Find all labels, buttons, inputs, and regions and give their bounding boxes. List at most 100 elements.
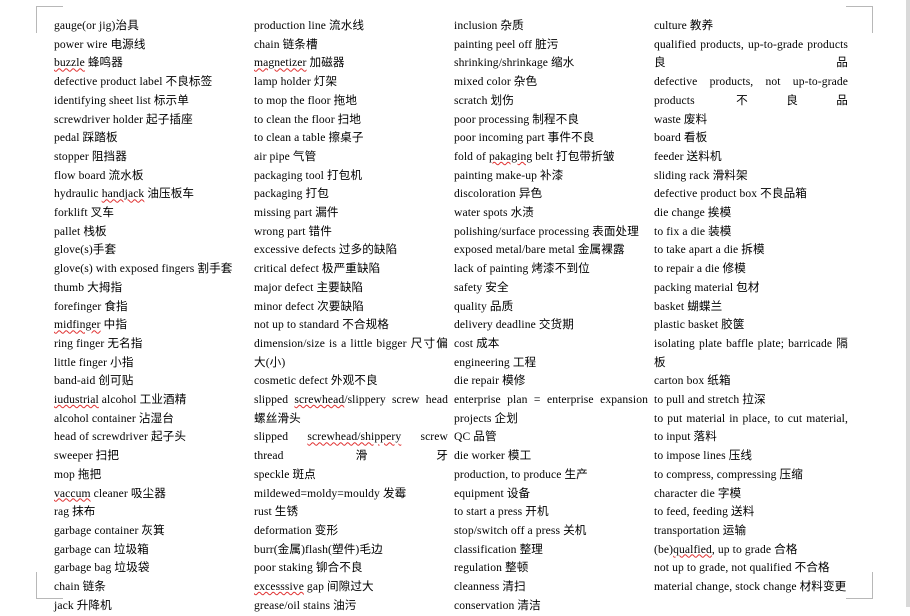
glossary-entry: die change 挨模: [654, 206, 732, 220]
glossary-entry: shrinking/shrinkage 缩水: [454, 56, 575, 70]
glossary-entry: little finger 小指: [54, 355, 134, 369]
glossary-entry: regulation 整顿: [454, 561, 529, 575]
glossary-entry: board 看板: [654, 131, 708, 145]
glossary-entry: pedal 踩踏板: [54, 131, 118, 145]
glossary-entry: mixed color 杂色: [454, 75, 538, 89]
glossary-entry: fold of pakaging belt 打包带折皱: [454, 149, 615, 163]
glossary-entry: packing material 包材: [654, 280, 760, 294]
glossary-entry: equipment 设备: [454, 486, 531, 500]
glossary-entry: to pull and stretch 拉深: [654, 393, 766, 407]
glossary-entry: slipped screwhead/slippery screw head 螺丝…: [254, 393, 448, 425]
glossary-entry: to feed, feeding 送料: [654, 505, 755, 519]
glossary-entry: garbage bag 垃圾袋: [54, 561, 150, 575]
glossary-entry: iudustrial alcohol 工业酒精: [54, 393, 187, 407]
glossary-entry: deformation 变形: [254, 523, 339, 537]
glossary-entry: polishing/surface processing 表面处理: [454, 224, 639, 238]
glossary-entry: water spots 水渍: [454, 206, 534, 220]
glossary-entry: chain 链条: [54, 580, 106, 594]
glossary-entry: production line 流水线: [254, 19, 365, 32]
glossary-column-2: production line 流水线 chain 链条槽 magnetizer 加…: [254, 17, 454, 612]
glossary-entry: waste 废料: [654, 112, 708, 126]
glossary-entry: qualified products, up-to-grade products…: [654, 37, 848, 70]
glossary-entry: conservation 清洁: [454, 598, 541, 612]
glossary-entry: glove(s)手套: [54, 243, 117, 257]
glossary-entry: chain 链条槽: [254, 37, 318, 51]
glossary-entry: character die 字模: [654, 486, 742, 500]
glossary-entry: air pipe 气管: [254, 149, 317, 163]
glossary-entry: dimension/size is a little bigger 尺寸偏大(小…: [254, 336, 448, 369]
glossary-entry: packaging tool 打包机: [254, 168, 363, 182]
glossary-entry: quality 品质: [454, 299, 514, 313]
glossary-entry: wrong part 错件: [254, 224, 332, 238]
spellcheck-underline: screwhead/shippery: [307, 430, 402, 444]
glossary-entry: pallet 栈板: [54, 224, 107, 238]
glossary-entry: die repair 模修: [454, 374, 526, 388]
glossary-entry: isolating plate baffle plate; barricade …: [654, 336, 848, 369]
glossary-entry: thumb 大拇指: [54, 280, 123, 294]
glossary-entry: flow board 流水板: [54, 168, 144, 182]
glossary-entry: mop 拖把: [54, 467, 102, 481]
glossary-entry: vaccum cleaner 吸尘器: [54, 486, 166, 500]
glossary-entry: identifying sheet list 标示单: [54, 93, 189, 107]
glossary-entry: burr(金属)flash(塑件)毛边: [254, 542, 383, 556]
glossary-column-4: culture 教养 qualified products, up-to-grad…: [654, 17, 854, 593]
glossary-entry: material change, stock change 材料变更: [654, 580, 847, 594]
glossary-entry: ring finger 无名指: [54, 336, 143, 350]
page-right-edge: [906, 0, 910, 607]
glossary-entry: QC 品管: [454, 430, 497, 444]
glossary-entry: alcohol container 沾湿台: [54, 411, 174, 425]
glossary-entry: excessive defects 过多的缺陷: [254, 243, 398, 257]
glossary-entry: basket 蝴蝶兰: [654, 299, 723, 313]
glossary-entry: exposed metal/bare metal 金属裸露: [454, 243, 625, 257]
glossary-entry: jack 升降机: [54, 598, 112, 612]
spellcheck-underline: handjack: [101, 187, 145, 201]
glossary-entry: glove(s) with exposed fingers 割手套: [54, 262, 233, 276]
glossary-entry: transportation 运输: [654, 523, 747, 537]
glossary-entry: packaging 打包: [254, 187, 329, 201]
glossary-entry: discoloration 异色: [454, 187, 543, 201]
glossary-entry: minor defect 次要缺陷: [254, 299, 364, 313]
glossary-entry: classification 整理: [454, 542, 543, 556]
glossary-entry: defective product label 不良标签: [54, 75, 213, 89]
glossary-entry: gauge(or jig)治具: [54, 19, 139, 32]
glossary-entry: engineering 工程: [454, 355, 537, 369]
glossary-entry: delivery deadline 交货期: [454, 318, 574, 332]
glossary-entry: (be)qualfied, up to grade 合格: [654, 542, 798, 556]
spellcheck-underline: magnetizer: [254, 56, 307, 70]
glossary-entry: culture 教养: [654, 19, 714, 32]
glossary-entry: lack of painting 烤漆不到位: [454, 262, 590, 276]
glossary-entry: enterprise plan = enterprise expansion p…: [454, 393, 648, 425]
glossary-entry: major defect 主要缺陷: [254, 280, 364, 294]
glossary-entry: carton box 纸箱: [654, 374, 731, 388]
glossary-entry: not up to standard 不合规格: [254, 318, 389, 332]
glossary-entry: power wire 电源线: [54, 37, 146, 51]
glossary-entry: midfinger 中指: [54, 318, 128, 332]
glossary-entry: poor staking 铆合不良: [254, 561, 363, 575]
spellcheck-underline: midfinger: [54, 318, 101, 332]
glossary-entry: stop/switch off a press 关机: [454, 523, 587, 537]
glossary-entry: magnetizer 加磁器: [254, 56, 345, 70]
glossary-entry: painting peel off 脏污: [454, 37, 559, 51]
glossary-entry: safety 安全: [454, 280, 509, 294]
glossary-entry: defective product box 不良品箱: [654, 187, 807, 201]
glossary-entry: feeder 送料机: [654, 149, 722, 163]
glossary-entry: garbage can 垃圾箱: [54, 542, 149, 556]
glossary-entry: production, to produce 生产: [454, 467, 588, 481]
glossary-entry: garbage container 灰箕: [54, 523, 165, 537]
glossary-entry: to fix a die 装模: [654, 224, 732, 238]
glossary-entry: cleanness 清扫: [454, 580, 526, 594]
glossary-entry: inclusion 杂质: [454, 19, 524, 32]
spellcheck-underline: pakaging: [488, 149, 533, 163]
glossary-entry: rag 抹布: [54, 505, 96, 519]
glossary-entry: head of screwdriver 起子头: [54, 430, 187, 444]
glossary-entry: missing part 漏件: [254, 206, 339, 220]
glossary-entry: hydraulic handjack 油压板车: [54, 187, 195, 201]
glossary-entry: scratch 划伤: [454, 93, 514, 107]
glossary-entry: defective products, not up-to-grade prod…: [654, 75, 848, 107]
glossary-entry: buzzle 蜂鸣器: [54, 56, 123, 70]
spellcheck-underline: buzzle: [54, 56, 85, 70]
glossary-entry: stopper 阻挡器: [54, 149, 127, 163]
glossary-entry: cost 成本: [454, 336, 500, 350]
glossary-entry: band-aid 创可贴: [54, 374, 134, 388]
glossary-entry: slipped screwhead/shippery screw thread …: [254, 430, 448, 463]
